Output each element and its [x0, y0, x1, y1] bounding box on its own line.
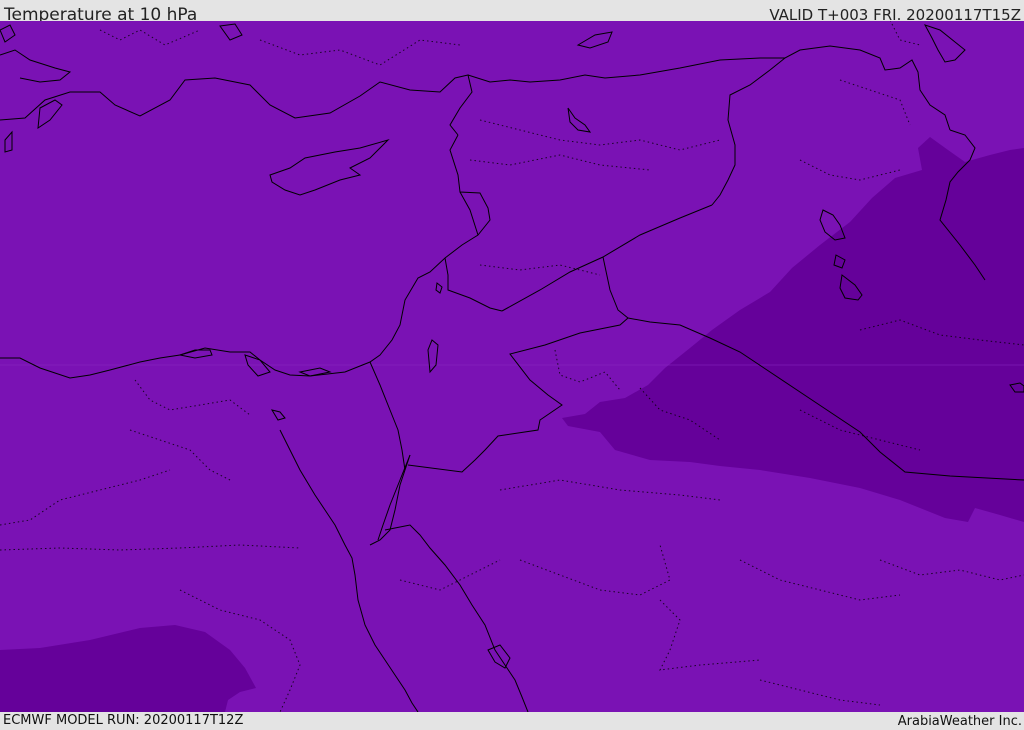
weather-map[interactable]	[0, 21, 1024, 712]
footer-bar: ECMWF MODEL RUN: 20200117T12Z ArabiaWeat…	[0, 712, 1024, 729]
title-bar: Temperature at 10 hPa VALID T+003 FRI. 2…	[0, 0, 1024, 25]
model-run-label: ECMWF MODEL RUN: 20200117T12Z	[3, 713, 244, 728]
credit-label: ArabiaWeather Inc.	[897, 714, 1022, 729]
